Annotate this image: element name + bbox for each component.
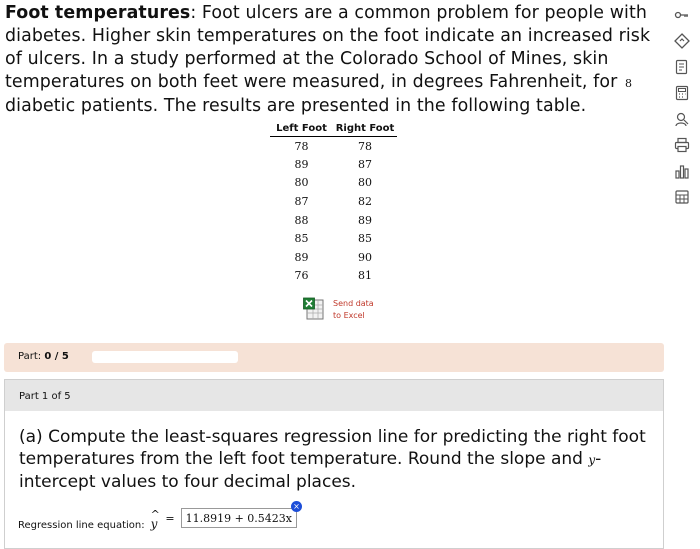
table-row: 80 80 [270,174,397,193]
progress-track [92,351,238,363]
table-row: 76 81 [270,267,397,286]
regression-answer-value[interactable]: 11.8919 + 0.5423x [186,512,292,525]
part-header: Part 1 of 5 [5,380,663,411]
chart-icon[interactable] [670,158,694,184]
right-foot-cell: 89 [358,213,372,227]
excel-icon [303,297,325,321]
problem-body-end: diabetic patients. The results are prese… [5,96,587,116]
hat-symbol: ^ [150,508,160,521]
right-foot-cell: 85 [358,232,372,246]
table-row: 89 87 [270,155,397,174]
send-to-excel-button[interactable]: Send data to Excel [303,297,374,322]
table-row: 89 90 [270,248,397,267]
progress-label-text: Part: [18,351,42,362]
left-foot-cell: 89 [294,250,309,264]
table-row: 78 78 [270,137,397,156]
left-foot-cell: 80 [294,176,309,190]
left-foot-cell: 88 [294,213,309,227]
right-foot-cell: 78 [358,139,372,153]
table-row: 85 85 [270,229,397,248]
progress-label: Part: 0 / 5 [18,351,69,362]
table-row: 88 89 [270,211,397,230]
progress-value: 0 / 5 [44,351,69,362]
key-icon[interactable] [670,2,694,28]
question-text: (a) Compute the least-squares regression… [19,426,659,493]
column-header-left-foot: Left Foot [270,121,333,137]
left-foot-cell: 76 [294,269,309,283]
send-to-excel-line1[interactable]: Send data [333,298,374,310]
sample-size: 8 [625,77,633,90]
side-toolbar [670,2,698,210]
answer-label: Regression line equation: [18,519,145,531]
table-row: 87 82 [270,192,397,211]
problem-title: Foot temperatures [5,3,191,23]
table-header-row: Left Foot Right Foot [270,121,397,137]
right-foot-cell: 81 [358,269,372,283]
y-hat-symbol: ^ y [151,508,160,531]
calculator-icon[interactable] [670,80,694,106]
diamond-icon[interactable] [670,28,694,54]
notes-icon[interactable] [670,54,694,80]
grid-icon[interactable] [670,184,694,210]
send-to-excel-line2[interactable]: to Excel [333,310,374,322]
column-header-right-foot: Right Foot [333,121,397,137]
clear-answer-icon[interactable]: × [290,501,302,512]
right-foot-cell: 90 [358,250,372,264]
part-header-label: Part 1 of 5 [19,391,71,402]
left-foot-cell: 85 [294,232,309,246]
profile-icon[interactable] [670,106,694,132]
question-text-a: (a) Compute the least-squares regression… [19,427,646,469]
left-foot-cell: 89 [294,157,309,171]
progress-bar-container: Part: 0 / 5 [4,343,664,372]
right-foot-cell: 87 [358,157,372,171]
left-foot-cell: 87 [294,195,309,209]
left-foot-cell: 78 [294,139,309,153]
print-icon[interactable] [670,132,694,158]
answer-row: Regression line equation: ^ y = 11.8919 … [18,501,302,531]
data-table: Left Foot Right Foot 78 78 89 87 80 80 87 82… [270,121,397,285]
right-foot-cell: 82 [358,195,372,209]
right-foot-cell: 80 [358,176,372,190]
equals-sign: = [165,511,175,525]
send-to-excel-label[interactable]: Send data to Excel [333,298,374,322]
regression-answer-input[interactable]: 11.8919 + 0.5423x × [180,501,302,528]
problem-statement: Foot temperatures: Foot ulcers are a com… [5,2,660,118]
